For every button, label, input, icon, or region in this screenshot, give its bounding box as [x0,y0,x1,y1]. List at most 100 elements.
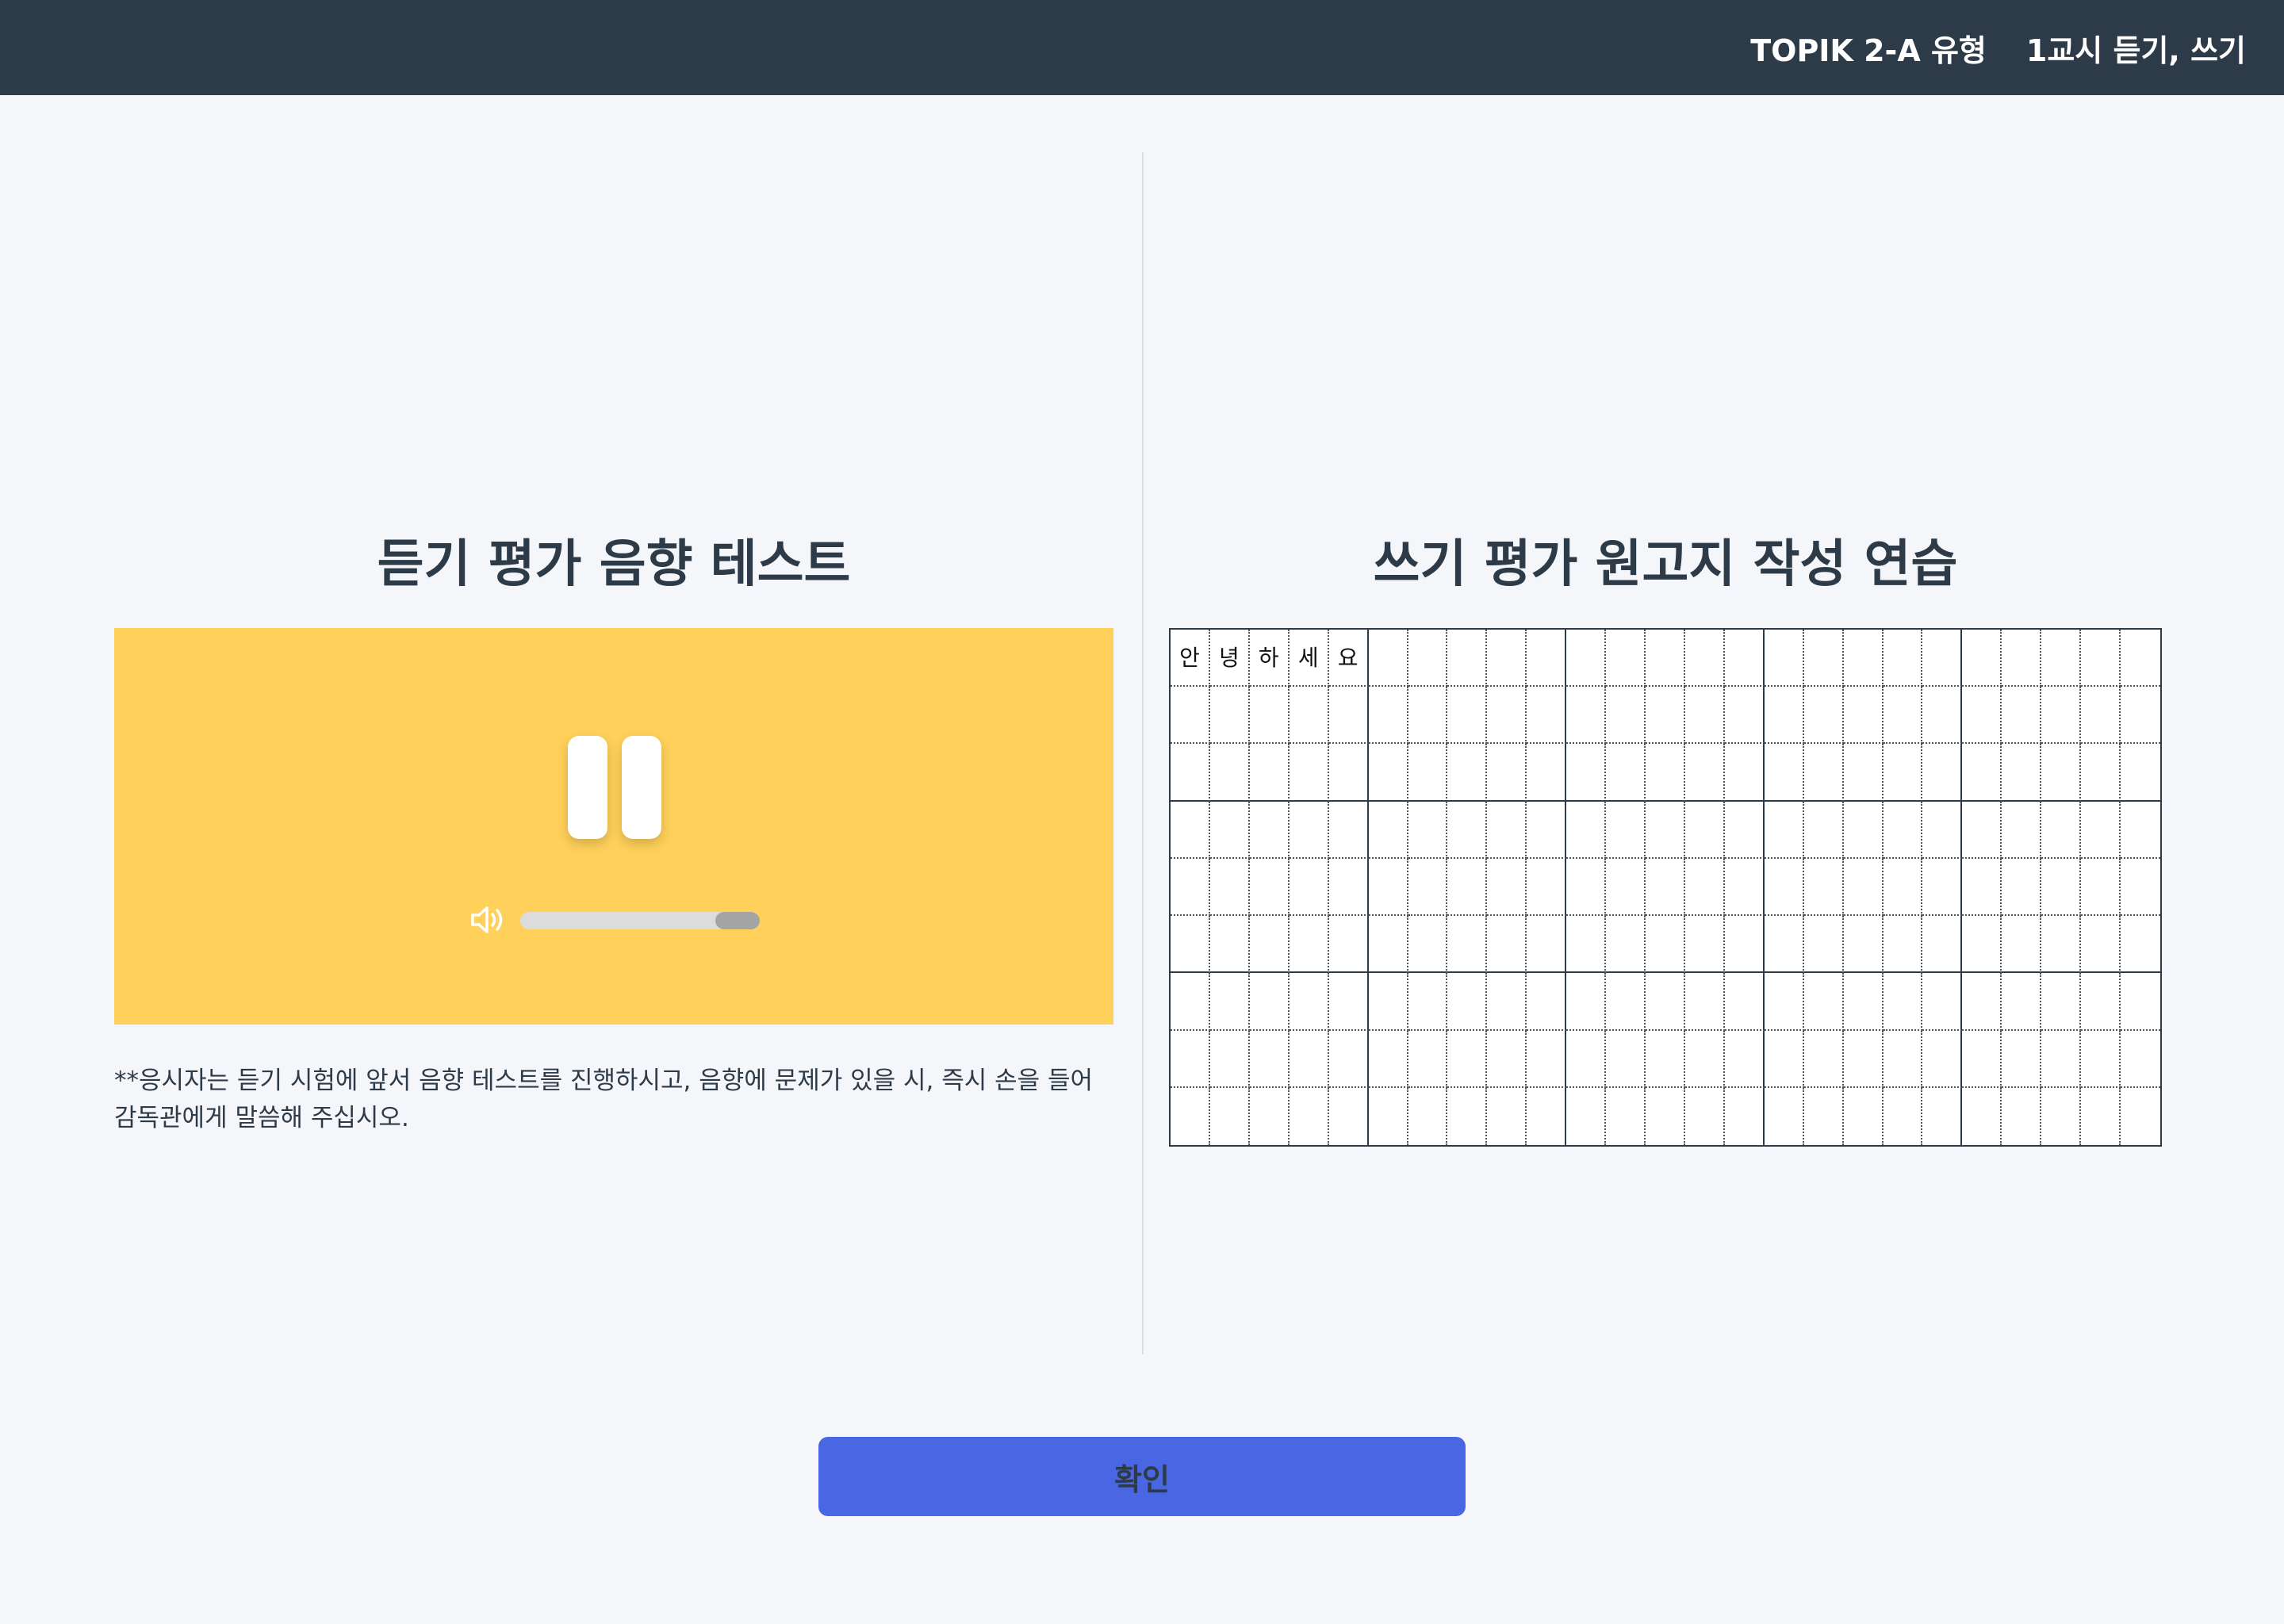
manuscript-cell[interactable] [1764,801,1804,859]
manuscript-cell[interactable] [1368,858,1408,917]
manuscript-cell[interactable] [1249,801,1290,859]
manuscript-cell[interactable] [1724,801,1765,859]
manuscript-cell[interactable] [1764,687,1804,745]
manuscript-cell[interactable] [2041,744,2082,802]
manuscript-cell[interactable] [1527,801,1567,859]
manuscript-cell[interactable] [1724,687,1765,745]
manuscript-cell[interactable] [1843,973,1884,1031]
manuscript-cell[interactable] [1684,858,1725,917]
manuscript-cell[interactable] [1368,687,1408,745]
manuscript-cell[interactable] [1527,1087,1567,1145]
manuscript-cell[interactable] [1368,916,1408,974]
manuscript-cell[interactable] [2002,1087,2042,1145]
manuscript-cell[interactable] [1171,858,1210,917]
manuscript-cell[interactable] [1646,801,1685,859]
manuscript-cell[interactable] [2121,744,2160,802]
manuscript-cell[interactable] [1922,630,1963,688]
manuscript-cell[interactable] [1368,1030,1408,1088]
manuscript-cell[interactable] [1684,973,1725,1031]
manuscript-cell[interactable] [1566,916,1607,974]
manuscript-cell[interactable] [1843,630,1884,688]
manuscript-cell[interactable]: 세 [1289,630,1329,688]
manuscript-cell[interactable] [1566,973,1607,1031]
manuscript-cell[interactable] [1803,744,1844,802]
volume-slider[interactable] [520,912,760,929]
manuscript-cell[interactable] [1843,687,1884,745]
manuscript-cell[interactable] [1447,1030,1488,1088]
manuscript-cell[interactable] [1962,744,2002,802]
manuscript-cell[interactable] [1566,630,1607,688]
manuscript-cell[interactable] [1606,744,1646,802]
manuscript-cell[interactable] [1725,1087,1765,1145]
manuscript-cell[interactable] [1171,916,1210,974]
manuscript-cell[interactable] [1289,916,1329,974]
manuscript-cell[interactable] [1566,687,1607,745]
manuscript-cell[interactable] [1171,1030,1210,1088]
manuscript-cell[interactable] [1606,687,1646,745]
manuscript-cell[interactable] [1646,630,1685,688]
manuscript-cell[interactable] [2002,801,2042,859]
manuscript-cell[interactable] [1962,1030,2002,1088]
manuscript-cell[interactable]: 안 [1171,630,1210,688]
manuscript-cell[interactable] [1962,1087,2002,1145]
manuscript-cell[interactable] [1764,973,1804,1031]
manuscript-cell[interactable] [1843,858,1884,917]
manuscript-cell[interactable] [1962,858,2002,917]
manuscript-cell[interactable] [1843,744,1884,802]
manuscript-cell[interactable] [1606,973,1646,1031]
manuscript-cell[interactable] [1843,1030,1884,1088]
manuscript-cell[interactable] [1289,973,1329,1031]
manuscript-cell[interactable] [1328,1030,1369,1088]
manuscript-cell[interactable] [2041,1087,2082,1145]
manuscript-cell[interactable] [1883,916,1923,974]
manuscript-cell[interactable] [1566,1030,1607,1088]
manuscript-cell[interactable] [2081,687,2121,745]
manuscript-cell[interactable] [1447,801,1488,859]
manuscript-cell[interactable] [1249,1030,1290,1088]
manuscript-cell[interactable] [1962,630,2002,688]
manuscript-cell[interactable] [1803,916,1844,974]
manuscript-cell[interactable] [1566,744,1607,802]
manuscript-cell[interactable] [1487,744,1527,802]
manuscript-cell[interactable] [2002,973,2042,1031]
manuscript-cell[interactable] [2041,973,2082,1031]
manuscript-cell[interactable] [1884,1087,1923,1145]
manuscript-cell[interactable] [1368,744,1408,802]
manuscript-cell[interactable] [2121,973,2160,1031]
manuscript-cell[interactable] [1210,1087,1250,1145]
manuscript-cell[interactable] [2041,687,2082,745]
manuscript-cell[interactable] [1369,1087,1408,1145]
manuscript-cell[interactable] [2041,801,2082,859]
manuscript-cell[interactable] [1368,801,1408,859]
manuscript-cell[interactable]: 요 [1328,630,1369,688]
manuscript-cell[interactable] [2041,858,2082,917]
manuscript-cell[interactable]: 하 [1249,630,1290,688]
manuscript-cell[interactable] [1290,1087,1329,1145]
manuscript-cell[interactable] [1606,1087,1646,1145]
manuscript-cell[interactable] [1684,630,1725,688]
manuscript-cell[interactable] [1527,630,1567,688]
manuscript-cell[interactable] [2121,802,2160,859]
manuscript-cell[interactable] [1447,1087,1488,1145]
manuscript-cell[interactable] [1764,630,1804,688]
manuscript-cell[interactable] [1329,1087,1369,1145]
manuscript-cell[interactable] [2041,630,2082,688]
manuscript-cell[interactable] [1527,1030,1567,1088]
manuscript-cell[interactable] [1487,973,1527,1031]
manuscript-cell[interactable] [1209,1030,1250,1088]
manuscript-cell[interactable] [1408,973,1448,1031]
manuscript-cell[interactable] [1646,744,1685,802]
manuscript-cell[interactable] [1962,916,2002,974]
manuscript-cell[interactable] [1764,1030,1804,1088]
manuscript-cell[interactable] [1844,1087,1884,1145]
manuscript-cell[interactable] [1250,1087,1290,1145]
manuscript-cell[interactable] [1408,630,1448,688]
manuscript-cell[interactable] [1289,801,1329,859]
manuscript-cell[interactable] [2081,1087,2121,1145]
manuscript-cell[interactable] [1209,858,1250,917]
manuscript-cell[interactable] [1249,858,1290,917]
manuscript-cell[interactable] [1368,973,1408,1031]
manuscript-cell[interactable] [1447,916,1488,974]
manuscript-cell[interactable] [1368,630,1408,688]
manuscript-cell[interactable] [1171,801,1210,859]
